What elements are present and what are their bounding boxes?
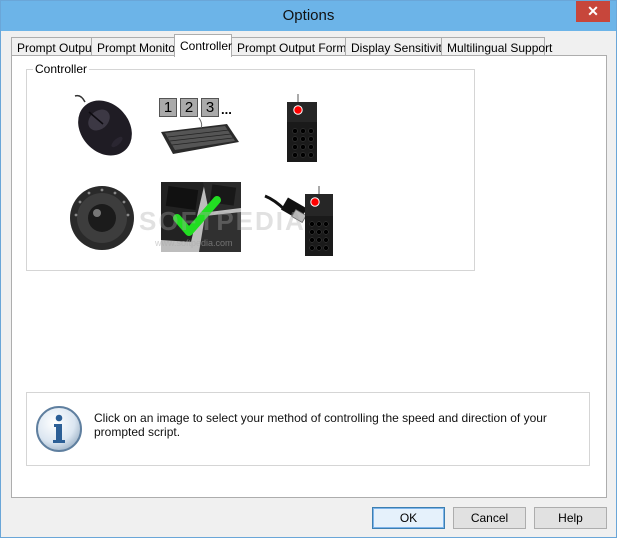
close-button[interactable]: ✕ (576, 1, 610, 22)
ok-button[interactable]: OK (372, 507, 445, 529)
tab-multilingual-support[interactable]: Multilingual Support (441, 37, 552, 56)
tab-display-sensitivity[interactable]: Display Sensitivity (345, 37, 448, 56)
mouse-icon (74, 94, 132, 156)
digit-key-2: 2 (180, 98, 198, 117)
controller-group-label: Controller (33, 62, 90, 76)
controller-tab-panel: Controller 1 2 3 ... SOFTPEDIA www.softp… (11, 55, 607, 498)
remote-icon (287, 94, 317, 162)
info-box: Click on an image to select your method … (26, 392, 590, 466)
controller-option-keyboard[interactable]: 1 2 3 ... (159, 98, 241, 162)
usb-remote-icon (264, 186, 333, 256)
digit-key-1: 1 (159, 98, 177, 117)
controller-option-trackball[interactable] (67, 182, 137, 252)
controller-groupbox: Controller 1 2 3 ... SOFTPEDIA www.softp… (26, 62, 475, 271)
info-message: Click on an image to select your method … (94, 411, 547, 439)
title-bar: Options ✕ (1, 1, 616, 31)
digit-ellipsis: ... (221, 102, 232, 117)
tab-prompt-output-format[interactable]: Prompt Output Format (231, 37, 356, 56)
tab-prompt-monitor[interactable]: Prompt Monitor (91, 37, 179, 56)
digit-key-3: 3 (201, 98, 219, 117)
tab-prompt-output[interactable]: Prompt Output (11, 37, 95, 56)
close-icon: ✕ (587, 3, 599, 19)
trackball-icon (70, 186, 134, 250)
controller-option-mouse[interactable] (67, 90, 137, 160)
keyboard-icon (161, 118, 239, 154)
window-title: Options (282, 7, 335, 24)
controller-option-keyboard-keys[interactable] (161, 182, 241, 252)
help-button[interactable]: Help (534, 507, 607, 529)
keyboard-keys-icon (161, 182, 241, 252)
options-window: Options ✕ Prompt Output Prompt Monitor C… (0, 0, 617, 538)
tab-controller[interactable]: Controller (174, 34, 232, 57)
info-icon (36, 406, 82, 452)
cancel-button[interactable]: Cancel (453, 507, 526, 529)
controller-option-remote[interactable] (283, 92, 323, 164)
controller-option-usb-remote[interactable] (263, 180, 333, 260)
